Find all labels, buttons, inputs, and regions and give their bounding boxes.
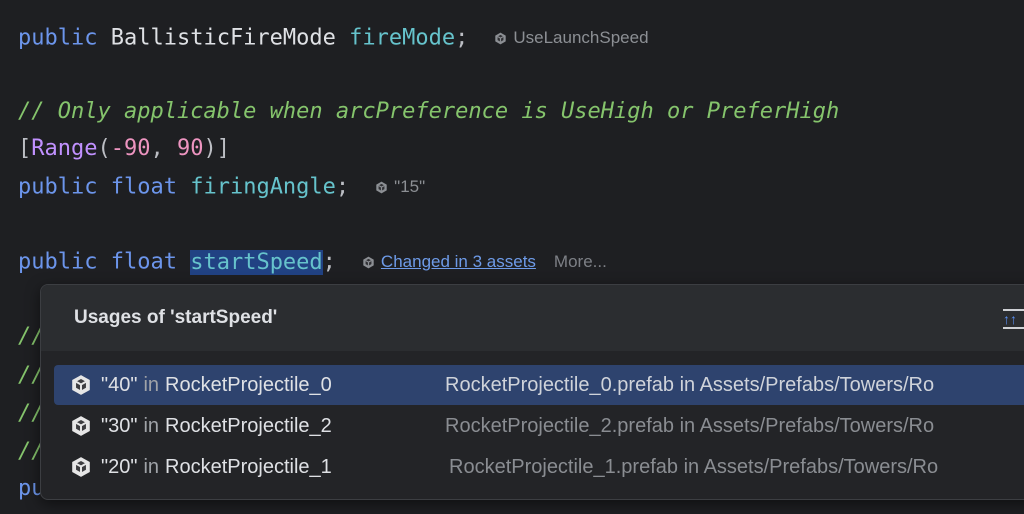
number: -90 — [110, 136, 151, 161]
usage-item[interactable]: "20" in RocketProjectile_1 RocketProjectil… — [54, 447, 1024, 487]
unity-hint[interactable]: "15" — [375, 172, 425, 202]
paren: ) — [203, 136, 217, 161]
field-name: fireMode — [349, 25, 456, 51]
unity-icon — [375, 181, 388, 194]
paren: ( — [97, 136, 111, 161]
hint-text: UseLaunchSpeed — [513, 28, 649, 47]
keyword: public — [18, 25, 98, 51]
code-line-startspeed: public float startSpeed; Changed in 3 ass… — [18, 247, 607, 277]
usage-value: "20" — [101, 455, 138, 478]
usage-value: "40" — [101, 373, 138, 396]
field-name-selected[interactable]: startSpeed — [190, 249, 323, 275]
usage-object: RocketProjectile_1 — [165, 455, 332, 478]
unity-icon — [494, 32, 507, 45]
usage-value: "30" — [101, 414, 138, 437]
in-label: in — [143, 373, 160, 396]
semicolon: ; — [455, 25, 469, 51]
unity-icon — [70, 415, 92, 437]
in-label: in — [143, 414, 160, 437]
usage-item[interactable]: "30" in RocketProjectile_2 RocketProjectil… — [54, 406, 1024, 446]
comment-line: // Only applicable when arcPreference is… — [18, 99, 840, 124]
in-label: in — [143, 455, 160, 478]
range-attribute: [Range(-90, 90)] — [18, 134, 230, 164]
type-name: float — [110, 174, 177, 200]
usage-location: RocketProjectile_2.prefab in Assets/Pref… — [445, 414, 935, 437]
usage-item[interactable]: "40" in RocketProjectile_0 RocketProjectil… — [54, 365, 1024, 405]
unity-hint: Changed in 3 assets More... — [362, 247, 607, 277]
semicolon: ; — [335, 174, 350, 200]
unity-hint[interactable]: UseLaunchSpeed — [494, 23, 649, 53]
expand-icon[interactable]: ↑↑ — [1003, 309, 1024, 329]
number: 90 — [176, 136, 204, 161]
more-link[interactable]: More... — [554, 247, 607, 277]
field-name: firingAngle — [190, 174, 336, 200]
code-line-firemode: public BallisticFireMode fireMode; UseLau… — [18, 23, 649, 53]
usages-popup: Usages of 'startSpeed' ↑↑ "40" in RocketPr… — [40, 284, 1024, 500]
unity-icon — [70, 374, 92, 396]
separator: , — [150, 136, 177, 161]
keyword: public — [18, 249, 98, 275]
attribute-name: Range — [31, 136, 98, 161]
usage-location: RocketProjectile_1.prefab in Assets/Pref… — [449, 455, 939, 478]
hint-text: "15" — [394, 177, 426, 196]
keyword: public — [18, 174, 98, 200]
bracket: [ — [18, 136, 32, 161]
usage-object: RocketProjectile_0 — [165, 373, 332, 396]
code-line-firingangle: public float firingAngle; "15" — [18, 172, 425, 202]
usage-object: RocketProjectile_2 — [165, 414, 332, 437]
type-name: BallisticFireMode — [110, 25, 336, 51]
unity-icon — [70, 456, 92, 478]
unity-icon — [362, 256, 375, 269]
semicolon: ; — [322, 249, 336, 275]
bracket: ] — [216, 136, 230, 161]
type-name: float — [110, 249, 177, 275]
usage-location: RocketProjectile_0.prefab in Assets/Pref… — [445, 373, 935, 396]
changed-in-assets-link[interactable]: Changed in 3 assets — [381, 247, 536, 277]
popup-header: Usages of 'startSpeed' ↑↑ — [41, 285, 1024, 351]
popup-title: Usages of 'startSpeed' — [74, 307, 278, 328]
